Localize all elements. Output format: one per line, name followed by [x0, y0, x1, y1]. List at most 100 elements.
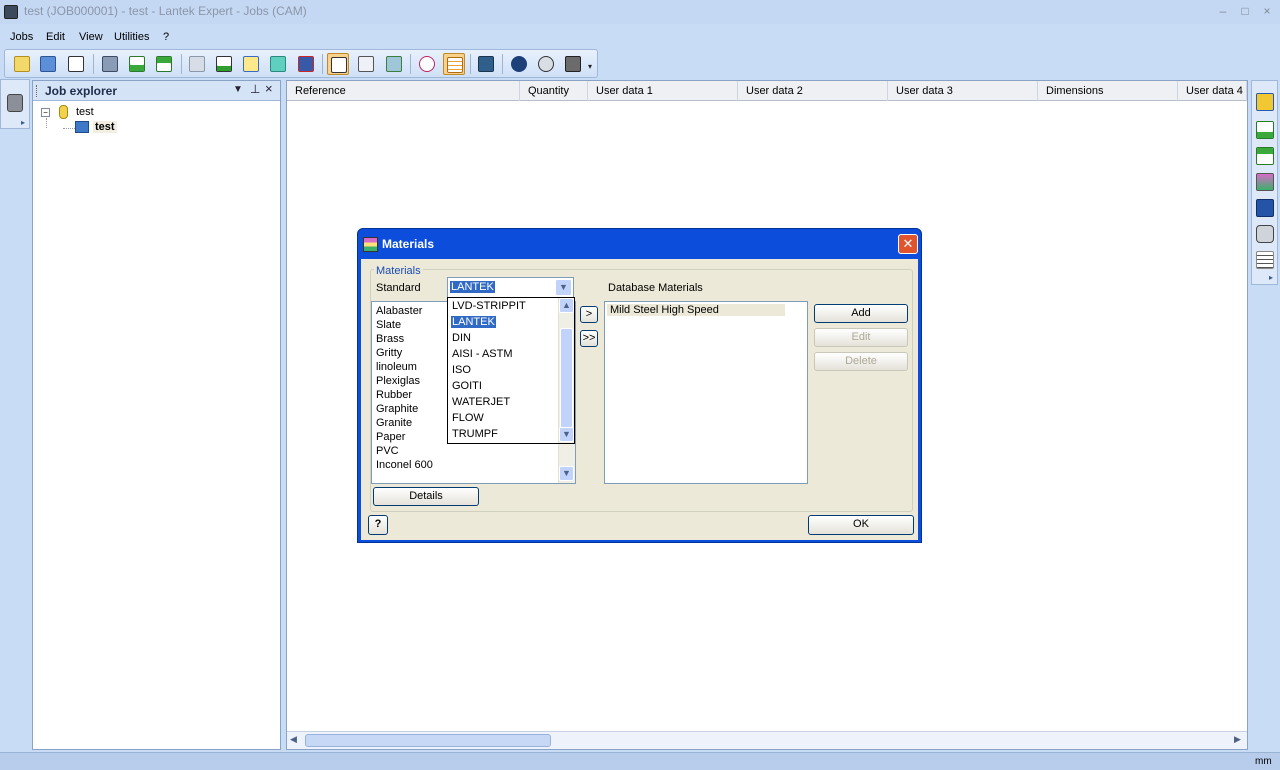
menu-view[interactable]: View: [79, 31, 103, 43]
expand-arrow-icon[interactable]: ▸: [21, 118, 25, 127]
delete-button[interactable]: [65, 53, 87, 75]
scroll-thumb[interactable]: [305, 734, 551, 747]
column-quantity[interactable]: Quantity: [520, 81, 588, 101]
pin-icon[interactable]: ⊥: [250, 82, 260, 96]
toolbar-overflow-icon[interactable]: ▾: [588, 62, 592, 71]
export-icon[interactable]: [1256, 147, 1274, 165]
help-button[interactable]: [535, 53, 557, 75]
scroll-right-icon[interactable]: ▶: [1234, 734, 1241, 745]
edit-button[interactable]: [186, 53, 208, 75]
robot-icon[interactable]: [7, 94, 23, 112]
table-button[interactable]: [443, 53, 465, 75]
collapse-icon[interactable]: −: [41, 108, 50, 117]
layers-icon[interactable]: [1256, 251, 1274, 269]
details-button[interactable]: Details: [373, 487, 479, 506]
nesting-button[interactable]: [267, 53, 289, 75]
ok-button[interactable]: OK: [808, 515, 914, 535]
menu-utilities[interactable]: Utilities: [114, 31, 149, 43]
list-item[interactable]: Inconel 600: [376, 459, 433, 471]
export-button[interactable]: [153, 53, 175, 75]
machine-button[interactable]: [295, 53, 317, 75]
standard-combobox[interactable]: LANTEK ▼: [447, 277, 574, 298]
horizontal-scrollbar[interactable]: ◀ ▶: [287, 731, 1247, 749]
materials-icon[interactable]: [1256, 173, 1274, 191]
dropdown-option[interactable]: DIN: [452, 332, 471, 344]
list-item[interactable]: Brass: [376, 333, 404, 345]
sequence-button[interactable]: [475, 53, 497, 75]
close-window-button[interactable]: ×: [1258, 3, 1276, 19]
combobox-arrow-icon[interactable]: ▼: [555, 279, 572, 296]
report-button[interactable]: [355, 53, 377, 75]
list-item[interactable]: Paper: [376, 431, 405, 443]
info-button[interactable]: [508, 53, 530, 75]
scroll-down-icon[interactable]: ▼: [559, 427, 574, 442]
machine-icon[interactable]: [1256, 199, 1274, 217]
list-item[interactable]: Graphite: [376, 403, 418, 415]
dropdown-option[interactable]: TRUMPF: [452, 428, 498, 440]
measure-button[interactable]: [240, 53, 262, 75]
list-item[interactable]: Plexiglas: [376, 375, 420, 387]
new-button[interactable]: [11, 53, 33, 75]
expand-arrow-icon[interactable]: ▸: [1269, 273, 1273, 282]
list-item[interactable]: linoleum: [376, 361, 417, 373]
maximize-button[interactable]: □: [1236, 3, 1254, 19]
dropdown-option[interactable]: AISI - ASTM: [452, 348, 513, 360]
tools-button[interactable]: [562, 53, 584, 75]
move-all-button[interactable]: >>: [580, 330, 598, 347]
print-button[interactable]: [99, 53, 121, 75]
list-item[interactable]: PVC: [376, 445, 399, 457]
edit-button[interactable]: Edit: [814, 328, 908, 347]
dropdown-arrow-icon[interactable]: ▼: [233, 84, 243, 95]
preview-button[interactable]: [327, 53, 349, 75]
add-part-button[interactable]: [213, 53, 235, 75]
assign-button[interactable]: [383, 53, 405, 75]
delete-button[interactable]: Delete: [814, 352, 908, 371]
open-button[interactable]: [37, 53, 59, 75]
tree-root-label[interactable]: test: [76, 106, 94, 118]
table-icon: [447, 57, 463, 73]
standard-dropdown-list[interactable]: LVD-STRIPPIT LANTEK DIN AISI - ASTM ISO …: [447, 297, 575, 444]
import-button[interactable]: [126, 53, 148, 75]
list-item[interactable]: Rubber: [376, 389, 412, 401]
column-user-data-4[interactable]: User data 4: [1178, 81, 1247, 101]
dropdown-option-selected[interactable]: LANTEK: [451, 316, 496, 328]
add-part-icon: [216, 56, 232, 72]
minimize-button[interactable]: –: [1214, 3, 1232, 19]
dropdown-option[interactable]: LVD-STRIPPIT: [452, 300, 526, 312]
close-panel-icon[interactable]: ×: [265, 81, 273, 96]
scroll-up-icon[interactable]: ▲: [559, 298, 574, 313]
help-icon[interactable]: ?: [368, 515, 388, 535]
dialog-close-button[interactable]: ✕: [898, 234, 918, 254]
menu-jobs[interactable]: Jobs: [10, 31, 33, 43]
database-materials-list[interactable]: Mild Steel High Speed: [604, 301, 808, 484]
units-indicator: mm: [1255, 756, 1272, 767]
dropdown-option[interactable]: ISO: [452, 364, 471, 376]
column-dimensions[interactable]: Dimensions: [1038, 81, 1178, 101]
search-button[interactable]: [416, 53, 438, 75]
dropdown-option[interactable]: WATERJET: [452, 396, 510, 408]
tree-child-label[interactable]: test: [93, 121, 117, 133]
list-item[interactable]: Alabaster: [376, 305, 422, 317]
tool-icon[interactable]: [1256, 225, 1274, 243]
column-user-data-3[interactable]: User data 3: [888, 81, 1038, 101]
list-item[interactable]: Granite: [376, 417, 412, 429]
menu-help[interactable]: ?: [163, 31, 169, 43]
column-user-data-2[interactable]: User data 2: [738, 81, 888, 101]
list-item[interactable]: Mild Steel High Speed: [607, 304, 785, 316]
list-item[interactable]: Slate: [376, 319, 401, 331]
dropdown-option[interactable]: FLOW: [452, 412, 484, 424]
column-user-data-1[interactable]: User data 1: [588, 81, 738, 101]
menu-edit[interactable]: Edit: [46, 31, 65, 43]
move-one-button[interactable]: >: [580, 306, 598, 323]
app-icon: [4, 5, 18, 19]
add-button[interactable]: Add: [814, 304, 908, 323]
dropdown-option[interactable]: GOITI: [452, 380, 482, 392]
column-reference[interactable]: Reference: [287, 81, 520, 101]
folder-icon[interactable]: [1256, 93, 1274, 111]
scroll-thumb[interactable]: [560, 328, 573, 428]
dropdown-scrollbar[interactable]: ▲ ▼: [558, 298, 574, 443]
list-item[interactable]: Gritty: [376, 347, 402, 359]
scroll-left-icon[interactable]: ◀: [290, 734, 297, 745]
scroll-down-icon[interactable]: ▼: [559, 466, 574, 481]
import-icon[interactable]: [1256, 121, 1274, 139]
